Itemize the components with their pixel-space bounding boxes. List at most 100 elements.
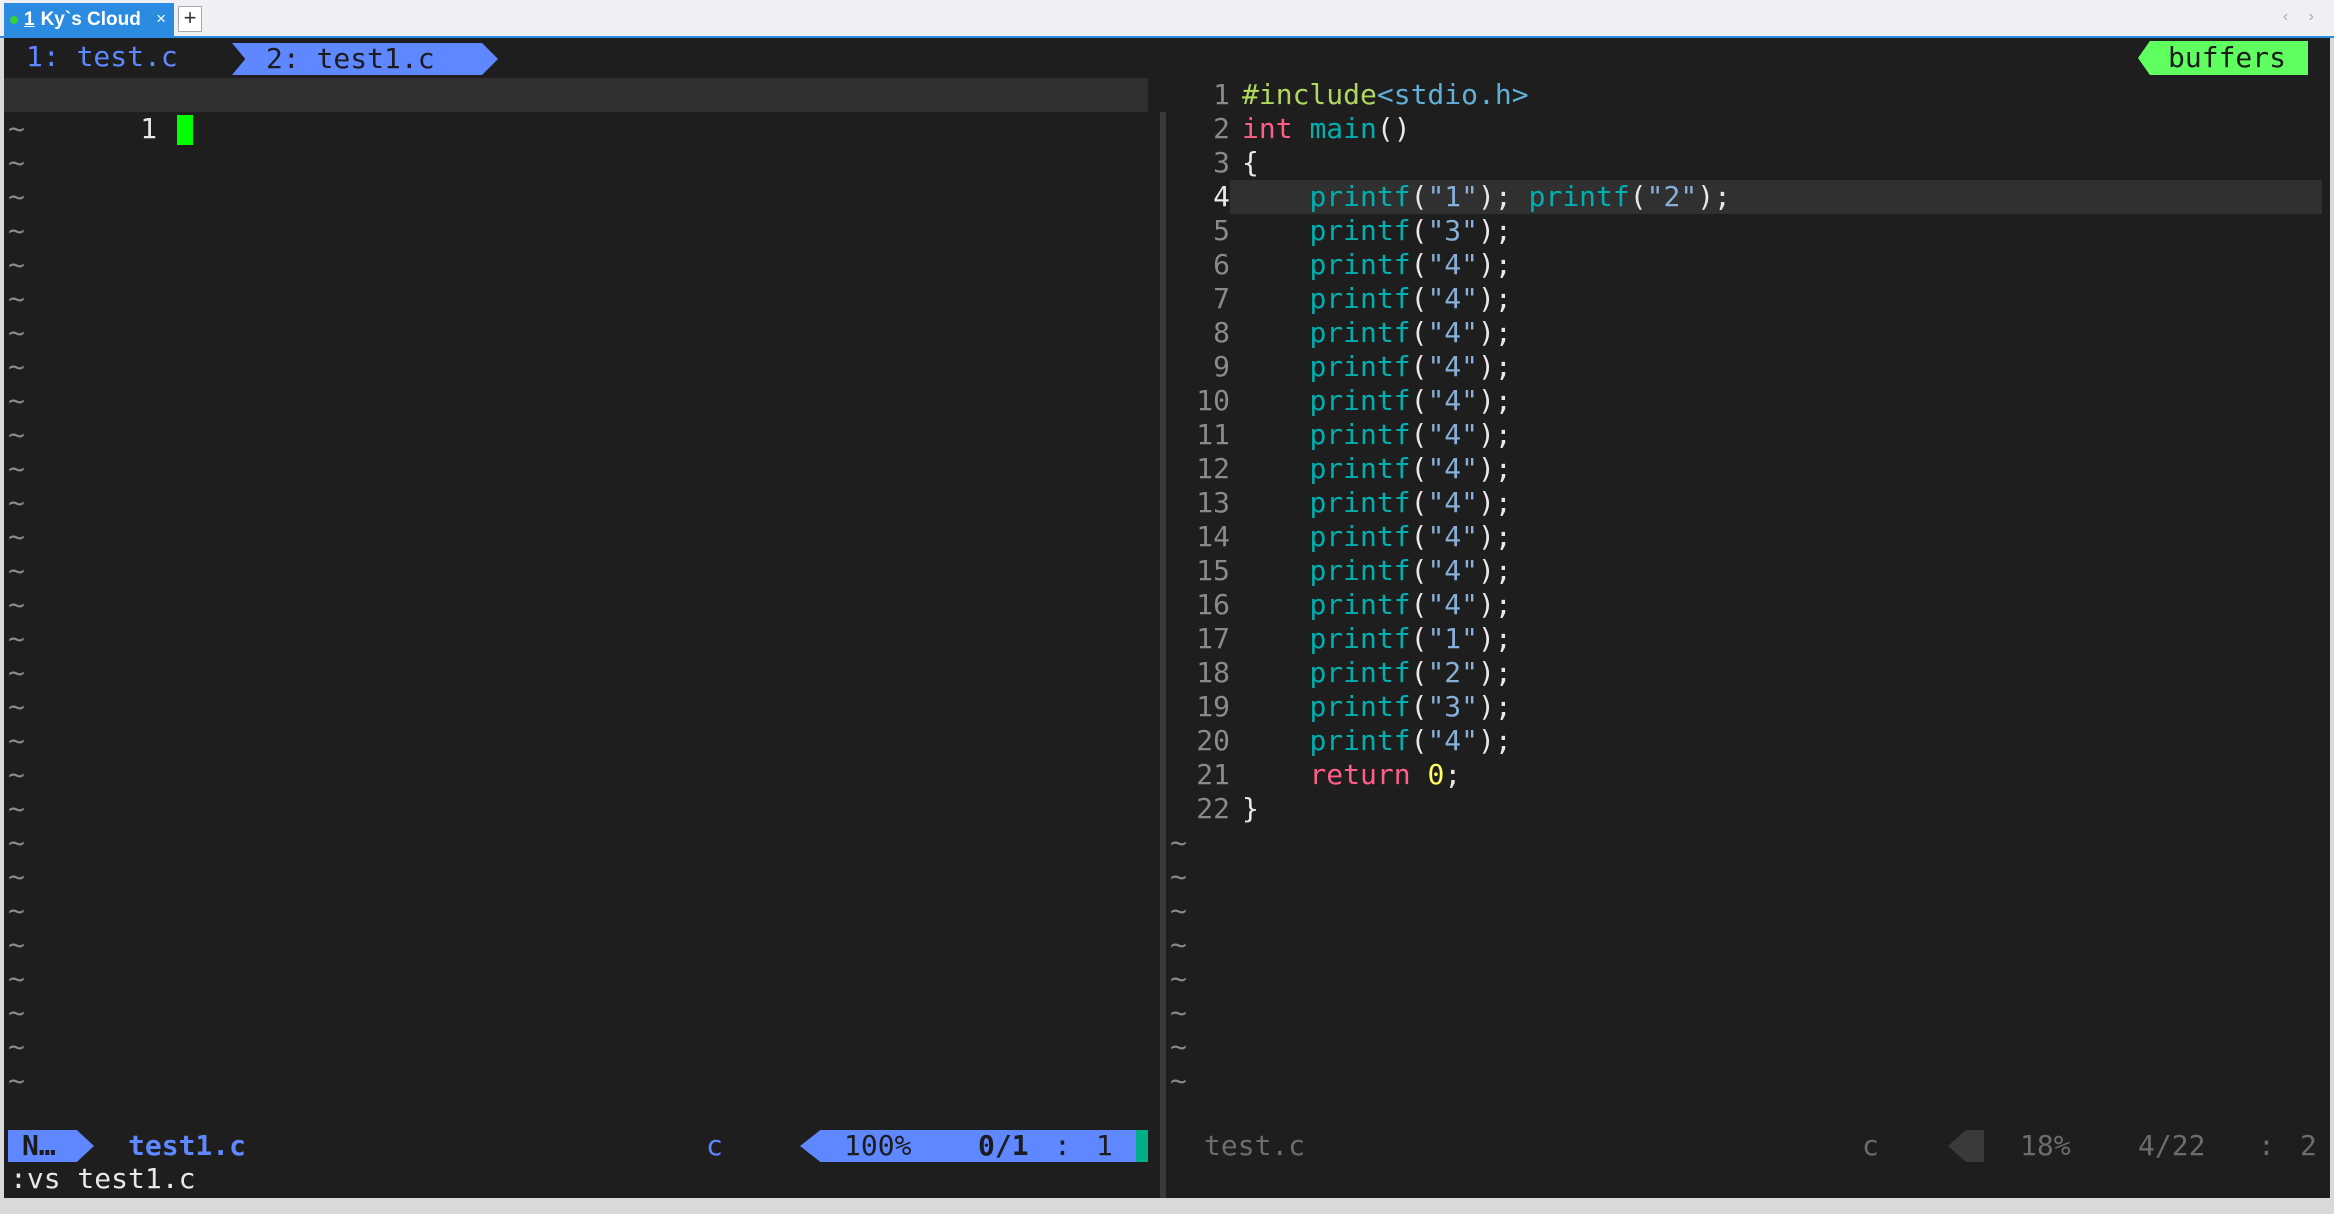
code-text: printf("4"); [1230, 588, 1511, 622]
code-token: printf [1309, 180, 1411, 213]
code-token: printf [1528, 180, 1630, 213]
code-line[interactable]: 19 printf("3"); [1170, 690, 2330, 724]
code-line[interactable]: 17 printf("1"); [1170, 622, 2330, 656]
code-token: { [1242, 146, 1259, 179]
code-line[interactable]: 11 printf("4"); [1170, 418, 2330, 452]
code-line[interactable]: 21 return 0; [1170, 758, 2330, 792]
empty-line-tilde: ~ [1170, 826, 1187, 859]
statusline-line-count: 0/1 [978, 1129, 1029, 1162]
code-token: ( [1410, 248, 1428, 281]
code-line[interactable]: 14 printf("4"); [1170, 520, 2330, 554]
line-number: 16 [1196, 588, 1230, 621]
line-number: 19 [1196, 690, 1230, 723]
right-editor-pane[interactable]: 1 #include<stdio.h> 2 int main() 3{4 printf(… [1170, 78, 2330, 1174]
code-line[interactable]: 9 printf("4"); [1170, 350, 2330, 384]
code-text: printf("4"); [1230, 384, 1511, 418]
vertical-split-separator[interactable] [1148, 78, 1170, 1198]
empty-line-tilde: ~ [8, 146, 25, 179]
code-line[interactable]: 4 printf("1"); printf("2"); [1170, 180, 2330, 214]
buffer-tab-2-active[interactable]: 2: test1.c [232, 43, 498, 75]
code-line[interactable]: 10 printf("4"); [1170, 384, 2330, 418]
code-token: ( [1410, 418, 1428, 451]
session-tab-title: Ky`s Cloud [40, 8, 141, 30]
empty-line-tilde: ~ [8, 418, 25, 451]
editor-line-current[interactable]: 1 [4, 78, 1148, 145]
code-token: ( [1410, 520, 1428, 553]
code-token: #include [1242, 78, 1377, 111]
line-number: 22 [1196, 792, 1230, 825]
code-token: ); [1478, 520, 1512, 553]
code-line[interactable]: 20 printf("4"); [1170, 724, 2330, 758]
code-token: ( [1410, 588, 1428, 621]
code-token: ); [1478, 622, 1512, 655]
code-line[interactable]: 6 printf("4"); [1170, 248, 2330, 282]
line-number: 9 [1213, 350, 1230, 383]
statusline-filetype: c [1862, 1129, 1879, 1162]
empty-line-tilde: ~ [1170, 928, 1187, 961]
code-token: printf [1309, 656, 1411, 689]
empty-line-tilde: ~ [8, 996, 25, 1029]
code-line[interactable]: 12 printf("4"); [1170, 452, 2330, 486]
empty-line-tilde: ~ [8, 894, 25, 927]
empty-line-tilde: ~ [8, 588, 25, 621]
code-token: ); [1478, 214, 1512, 247]
command-line[interactable]: :vs test1.c [10, 1162, 195, 1196]
mode-indicator: N… [8, 1130, 94, 1162]
code-text: printf("4"); [1230, 554, 1512, 588]
code-line[interactable]: 7 printf("4"); [1170, 282, 2330, 316]
code-token: "4" [1427, 316, 1479, 349]
terminal-titlebar: 1 Ky`s Cloud × + ‹ › [0, 0, 2334, 38]
code-token: ( [1410, 486, 1428, 519]
buffer-tab-1[interactable]: 1: test.c [26, 40, 178, 74]
code-text: printf("4"); [1230, 282, 1511, 316]
empty-line-tilde: ~ [8, 554, 25, 587]
code-token: "2" [1646, 180, 1698, 213]
code-line[interactable]: 1 #include<stdio.h> [1170, 78, 2330, 112]
code-line[interactable]: 15 printf("4"); [1170, 554, 2330, 588]
buffers-label: buffers [2138, 41, 2308, 75]
statusline-colon: : [2258, 1129, 2275, 1162]
line-number: 13 [1196, 486, 1230, 519]
code-line[interactable]: 5 printf("3"); [1170, 214, 2330, 248]
empty-line-tilde: ~ [8, 758, 25, 791]
code-token: ( [1410, 180, 1428, 213]
line-number: 8 [1213, 316, 1230, 349]
code-token: int [1242, 112, 1293, 145]
session-tab-number: 1 [24, 8, 35, 30]
code-line[interactable]: 8 printf("4"); [1170, 316, 2330, 350]
new-tab-button[interactable]: + [178, 6, 202, 32]
close-icon[interactable]: × [156, 9, 166, 29]
code-text: return 0; [1230, 758, 1461, 792]
code-line[interactable]: 18 printf("2"); [1170, 656, 2330, 690]
code-token: printf [1309, 452, 1411, 485]
code-token: printf [1309, 622, 1411, 655]
code-token: ( [1629, 180, 1647, 213]
session-tab[interactable]: 1 Ky`s Cloud × [4, 3, 174, 36]
line-number: 21 [1196, 758, 1230, 791]
code-line[interactable]: 2 int main() [1170, 112, 2330, 146]
code-line[interactable]: 16 printf("4"); [1170, 588, 2330, 622]
code-line[interactable]: 13 printf("4"); [1170, 486, 2330, 520]
empty-line-tilde: ~ [8, 214, 25, 247]
code-text: printf("4"); [1230, 418, 1511, 452]
line-number: 7 [1213, 282, 1230, 315]
statusline-filename: test1.c [128, 1129, 247, 1162]
code-token: "4" [1427, 384, 1479, 417]
code-token: printf [1309, 282, 1411, 315]
text-cursor [177, 115, 194, 145]
terminal-viewport[interactable]: 1: test.c 2: test1.c buffers 1 ~ ~ ~ ~ ~ ~ ~ ~ ~… [4, 38, 2330, 1198]
code-line[interactable]: 3{ [1170, 146, 2330, 180]
code-token: main [1309, 112, 1377, 145]
code-token: ); [1478, 554, 1512, 587]
code-token: ); [1478, 180, 1529, 213]
tab-scroll-arrows-icon[interactable]: ‹ › [2283, 8, 2322, 26]
empty-line-tilde: ~ [8, 1030, 25, 1063]
code-token: () [1376, 112, 1411, 145]
code-line[interactable]: 22} [1170, 792, 2330, 826]
empty-line-tilde: ~ [8, 724, 25, 757]
left-editor-pane[interactable]: 1 ~ ~ ~ ~ ~ ~ ~ ~ ~ ~ ~ ~ ~ ~ ~ ~ ~ ~ ~ ~ ~ ~ ~ ~ ~ ~ ~ ~ ~ [4, 78, 1148, 1174]
